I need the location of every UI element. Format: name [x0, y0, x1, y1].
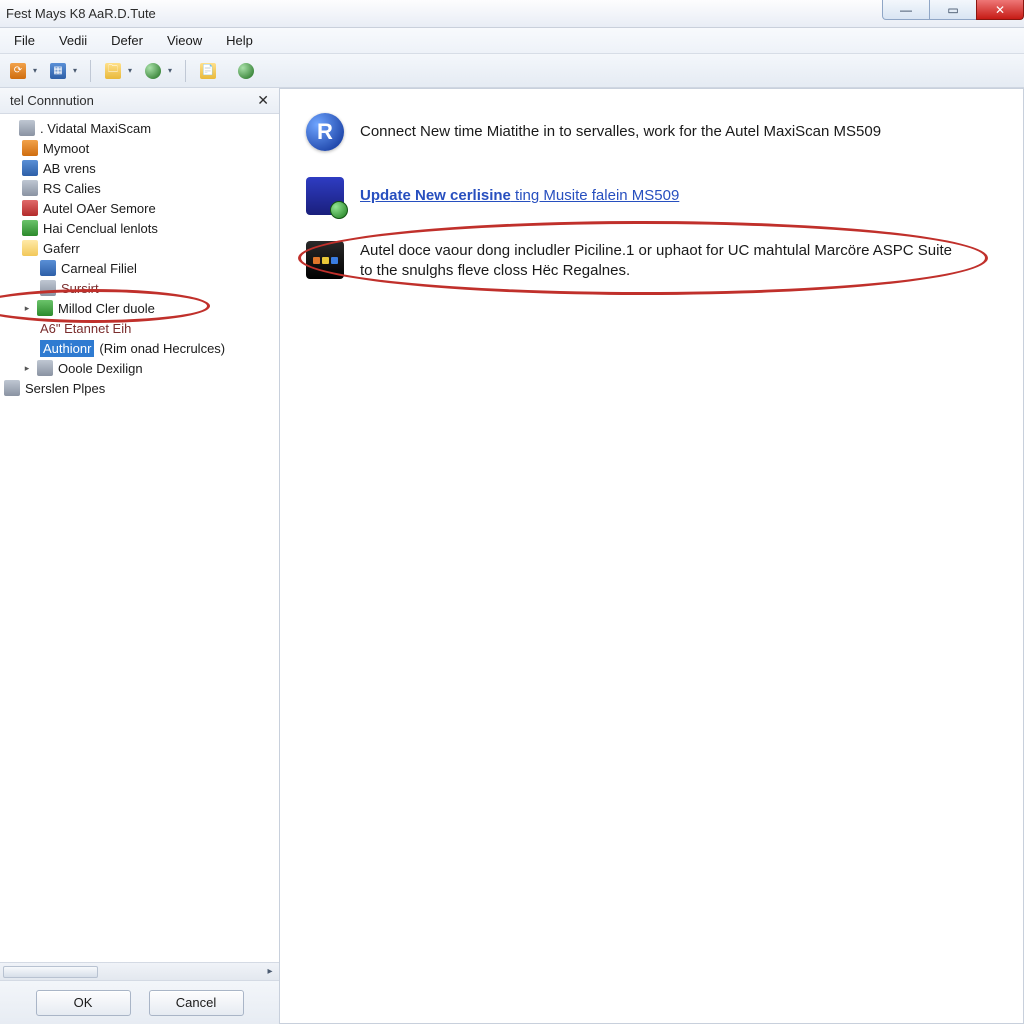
- titlebar: Fest Mays K8 AaR.D.Tute — ▭ ✕: [0, 0, 1024, 28]
- connect-text: Connect New time Miatithe in to servalle…: [360, 122, 881, 142]
- tree-label: Hai Cenclual lenlots: [43, 221, 158, 236]
- update-text: Update New cerlisine ting Musite falein …: [360, 186, 679, 206]
- toolbar-note-button[interactable]: 📄: [196, 59, 220, 83]
- tree-item[interactable]: RS Calies: [22, 178, 279, 198]
- chevron-down-icon[interactable]: ▾: [165, 59, 175, 83]
- main-content: R Connect New time Miatithe in to serval…: [280, 88, 1024, 1024]
- panel-hscrollbar[interactable]: ▸: [0, 962, 279, 980]
- menu-help[interactable]: Help: [216, 30, 263, 51]
- toolbar-workspace-button[interactable]: ▦ ▾: [46, 59, 70, 83]
- toolbar-globe-button[interactable]: ▾: [141, 59, 165, 83]
- refresh-icon: ⟳: [10, 63, 26, 79]
- window-controls: — ▭ ✕: [883, 0, 1024, 22]
- folder-open-icon: [22, 240, 38, 256]
- tree-item[interactable]: Sursirt: [40, 278, 279, 298]
- tree-label: Serslen Plpes: [25, 381, 105, 396]
- window-title: Fest Mays K8 AaR.D.Tute: [6, 6, 156, 21]
- item-icon: [37, 300, 53, 316]
- panel-header: tel Connnution ✕: [0, 88, 279, 114]
- item-icon: [22, 220, 38, 236]
- panel-close-button[interactable]: ✕: [253, 92, 273, 109]
- item-icon: [22, 180, 38, 196]
- toolbar-separator: [90, 60, 91, 82]
- update-icon: [306, 177, 344, 215]
- item-icon: [22, 200, 38, 216]
- tree-item[interactable]: ▸ Ooole Dexilign: [22, 358, 279, 378]
- tree-label: Autel OAer Semore: [43, 201, 156, 216]
- menubar: File Vedii Defer Vieow Help: [0, 28, 1024, 54]
- main-row-connect: R Connect New time Miatithe in to serval…: [306, 113, 997, 151]
- update-link[interactable]: Update New cerlisine: [360, 187, 511, 204]
- item-icon: [40, 280, 56, 296]
- globe-icon: [145, 63, 161, 79]
- minimize-button[interactable]: —: [882, 0, 930, 20]
- tree-label-selected: Authionr: [40, 340, 94, 357]
- info-icon: [306, 241, 344, 279]
- tree-item[interactable]: Autel OAer Semore: [22, 198, 279, 218]
- tree-root[interactable]: . Vidatal MaxiScam: [4, 118, 279, 138]
- info-text: Autel doce vaour dong includler Piciline…: [360, 241, 960, 282]
- tree-item-selected[interactable]: Authionr (Rim onad Hecrulces): [40, 338, 279, 358]
- close-button[interactable]: ✕: [976, 0, 1024, 20]
- menu-defer[interactable]: Defer: [101, 30, 153, 51]
- tree-item-highlighted[interactable]: ▸ Millod Cler duole: [22, 298, 279, 318]
- tree-label: AB vrens: [43, 161, 96, 176]
- expander-icon[interactable]: ▸: [22, 303, 32, 314]
- panel-title: tel Connnution: [10, 93, 94, 108]
- tree-label: . Vidatal MaxiScam: [40, 121, 151, 136]
- toolbar-folder-button[interactable]: 🗀 ▾: [101, 59, 125, 83]
- chevron-down-icon[interactable]: ▾: [125, 59, 135, 83]
- panel-button-row: OK Cancel: [0, 980, 279, 1024]
- ok-button[interactable]: OK: [36, 990, 131, 1016]
- folder-icon: 🗀: [105, 63, 121, 79]
- item-icon: [4, 380, 20, 396]
- toolbar-world-button[interactable]: [234, 59, 258, 83]
- item-icon: [22, 160, 38, 176]
- item-icon: [22, 140, 38, 156]
- update-link-rest[interactable]: ting Musite falein MS509: [511, 187, 679, 204]
- tree-label: Sursirt: [61, 281, 99, 296]
- menu-file[interactable]: File: [4, 30, 45, 51]
- menu-vedii[interactable]: Vedii: [49, 30, 97, 51]
- tree-label: Ooole Dexilign: [58, 361, 143, 376]
- register-icon: R: [306, 113, 344, 151]
- r-letter: R: [317, 119, 333, 145]
- menu-vieow[interactable]: Vieow: [157, 30, 212, 51]
- tree-label: Millod Cler duole: [58, 301, 155, 316]
- tree-item[interactable]: Hai Cenclual lenlots: [22, 218, 279, 238]
- globe-icon: [238, 63, 254, 79]
- maximize-button[interactable]: ▭: [929, 0, 977, 20]
- device-icon: [19, 120, 35, 136]
- scrollbar-right-arrow[interactable]: ▸: [261, 966, 279, 977]
- chevron-down-icon[interactable]: ▾: [70, 59, 80, 83]
- tree-item[interactable]: AB vrens: [22, 158, 279, 178]
- tree-label: Gaferr: [43, 241, 80, 256]
- tree-label: A6" Etannet Eih: [40, 321, 131, 336]
- cancel-button[interactable]: Cancel: [149, 990, 244, 1016]
- left-panel: tel Connnution ✕ . Vidatal MaxiScam Mymo…: [0, 88, 280, 1024]
- toolbar: ⟳ ▾ ▦ ▾ 🗀 ▾ ▾ 📄: [0, 54, 1024, 88]
- main-row-info: Autel doce vaour dong includler Piciline…: [306, 241, 997, 282]
- tree-item[interactable]: Carneal Filiel: [40, 258, 279, 278]
- toolbar-refresh-button[interactable]: ⟳ ▾: [6, 59, 30, 83]
- tree-item[interactable]: A6" Etannet Eih: [40, 318, 279, 338]
- scrollbar-thumb[interactable]: [3, 966, 98, 978]
- client-area: tel Connnution ✕ . Vidatal MaxiScam Mymo…: [0, 88, 1024, 1024]
- tree-item[interactable]: Serslen Plpes: [4, 378, 279, 398]
- note-icon: 📄: [200, 63, 216, 79]
- item-icon: [37, 360, 53, 376]
- workspace-icon: ▦: [50, 63, 66, 79]
- tree-label: Mymoot: [43, 141, 89, 156]
- tree-folder[interactable]: Gaferr: [22, 238, 279, 258]
- item-icon: [40, 260, 56, 276]
- expander-icon[interactable]: ▸: [22, 363, 32, 374]
- tree-label: RS Calies: [43, 181, 101, 196]
- main-row-update[interactable]: Update New cerlisine ting Musite falein …: [306, 177, 997, 215]
- tree-label: (Rim onad Hecrulces): [99, 341, 225, 356]
- toolbar-separator: [185, 60, 186, 82]
- chevron-down-icon[interactable]: ▾: [30, 59, 40, 83]
- tree-view[interactable]: . Vidatal MaxiScam Mymoot AB vrens RS Ca…: [0, 114, 279, 962]
- tree-label: Carneal Filiel: [61, 261, 137, 276]
- tree-item[interactable]: Mymoot: [22, 138, 279, 158]
